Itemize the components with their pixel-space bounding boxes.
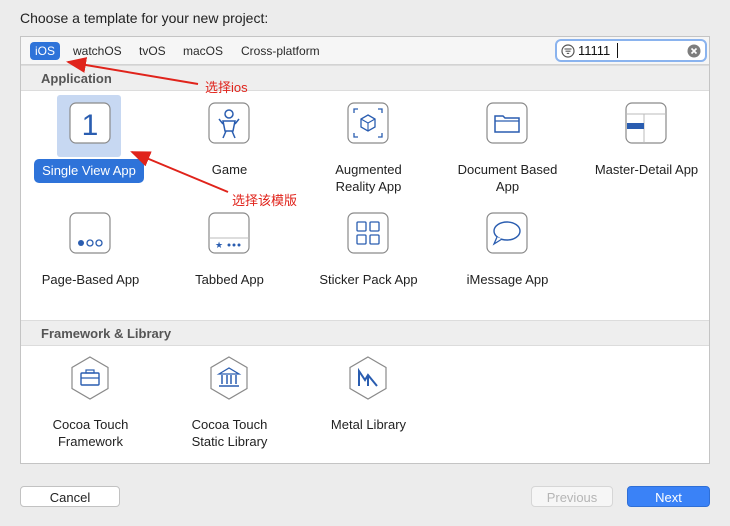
template-label: Augmented Reality App: [335, 162, 402, 194]
template-metal-library[interactable]: Metal Library: [299, 350, 438, 454]
page-based-app-icon: [66, 209, 114, 257]
tab-cross-platform[interactable]: Cross-platform: [236, 42, 325, 60]
platform-tab-bar: iOS watchOS tvOS macOS Cross-platform 11…: [21, 37, 709, 65]
template-label: iMessage App: [466, 272, 549, 287]
metal-library-icon: [344, 354, 392, 402]
previous-button[interactable]: Previous: [531, 486, 613, 507]
template-label: Single View App: [34, 159, 144, 183]
template-tabbed-app[interactable]: ★ Tabbed App: [160, 205, 299, 309]
master-detail-app-icon: [622, 99, 670, 147]
template-label: Tabbed App: [195, 272, 264, 287]
augmented-reality-icon: [344, 99, 392, 147]
template-cocoa-touch-static-library[interactable]: Cocoa Touch Static Library: [160, 350, 299, 454]
template-page-based-app[interactable]: Page-Based App: [21, 205, 160, 309]
template-label: Sticker Pack App: [319, 272, 418, 287]
section-header-framework-library: Framework & Library: [21, 320, 709, 346]
template-label: Document Based App: [457, 162, 558, 194]
template-cocoa-touch-framework[interactable]: Cocoa Touch Framework: [21, 350, 160, 454]
tabbed-app-icon: ★: [205, 209, 253, 257]
tab-macos[interactable]: macOS: [178, 42, 228, 60]
svg-text:★: ★: [215, 241, 223, 251]
clear-icon[interactable]: [687, 44, 701, 63]
search-field[interactable]: 11111: [555, 39, 707, 62]
dialog-heading: Choose a template for your new project:: [20, 10, 269, 26]
imessage-app-icon: [483, 209, 531, 257]
template-label: Cocoa Touch Static Library: [191, 417, 268, 449]
next-button[interactable]: Next: [627, 486, 710, 507]
template-label: Cocoa Touch Framework: [52, 417, 129, 449]
template-master-detail-app[interactable]: Master-Detail App: [577, 95, 716, 199]
sticker-pack-icon: [344, 209, 392, 257]
template-sticker-pack-app[interactable]: Sticker Pack App: [299, 205, 438, 309]
template-imessage-app[interactable]: iMessage App: [438, 205, 577, 309]
game-icon: [205, 99, 253, 147]
template-label: Metal Library: [330, 417, 407, 432]
template-game[interactable]: Game: [160, 95, 299, 199]
template-augmented-reality-app[interactable]: Augmented Reality App: [299, 95, 438, 199]
document-based-app-icon: [483, 99, 531, 147]
template-single-view-app[interactable]: 1 Single View App: [21, 95, 160, 199]
filter-icon: [561, 44, 575, 63]
svg-text:1: 1: [82, 109, 99, 142]
tab-ios[interactable]: iOS: [30, 42, 61, 60]
template-document-based-app[interactable]: Document Based App: [438, 95, 577, 199]
text-caret: [617, 43, 618, 58]
annotation-select-ios: 选择ios: [205, 80, 248, 95]
template-label: Master-Detail App: [594, 162, 699, 177]
search-input[interactable]: 11111: [578, 42, 610, 60]
cancel-button[interactable]: Cancel: [20, 486, 120, 507]
static-library-icon: [205, 354, 253, 402]
framework-icon: [66, 354, 114, 402]
single-view-app-icon: 1: [66, 99, 114, 147]
tab-tvos[interactable]: tvOS: [134, 42, 171, 60]
template-label: Game: [211, 162, 248, 177]
tab-watchos[interactable]: watchOS: [68, 42, 127, 60]
template-label: Page-Based App: [41, 272, 140, 287]
template-panel: iOS watchOS tvOS macOS Cross-platform 11…: [20, 36, 710, 464]
section-header-application: Application: [21, 65, 709, 91]
annotation-select-template: 选择该模版: [232, 193, 298, 208]
